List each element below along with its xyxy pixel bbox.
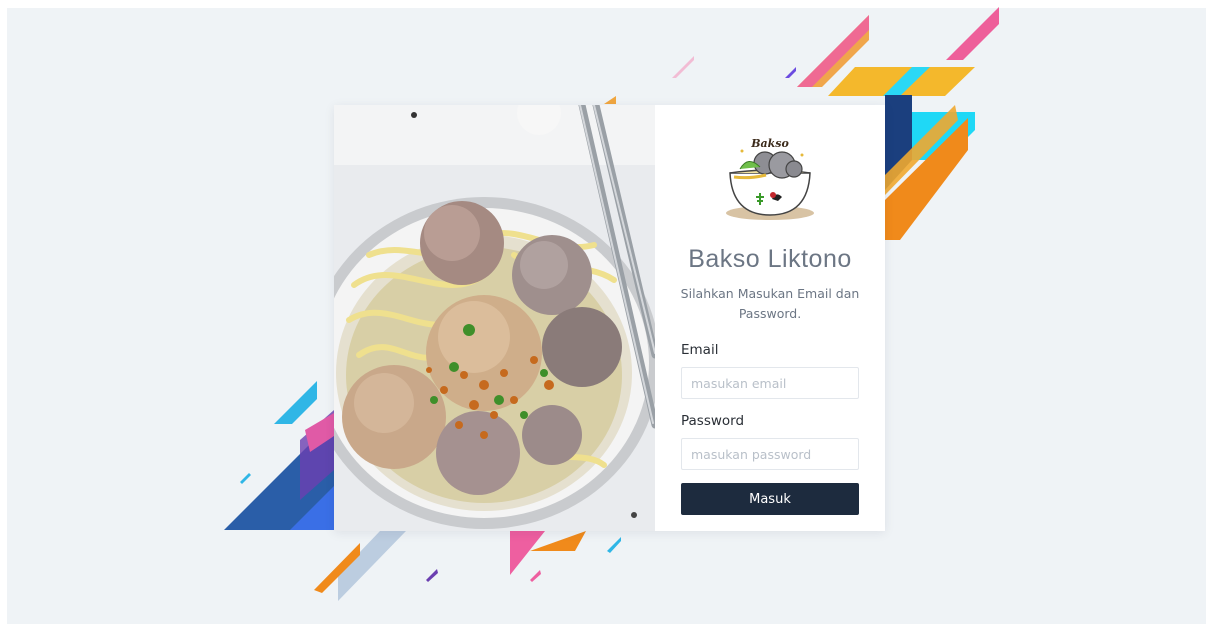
login-subtitle: Silahkan Masukan Email dan Password. — [680, 286, 860, 321]
bakso-bowl-logo-icon: Bakso — [726, 137, 814, 220]
login-submit-button[interactable]: Masuk — [681, 483, 859, 515]
bakso-photo — [334, 105, 655, 531]
email-label: Email — [681, 342, 719, 358]
email-input[interactable] — [681, 367, 859, 399]
password-input[interactable] — [681, 438, 859, 470]
brand-title: Bakso Liktono — [688, 245, 852, 273]
email-field-group: Email — [681, 342, 859, 399]
password-label: Password — [681, 413, 745, 429]
login-card: Bakso Bakso Liktono Silahkan Masukan Ema… — [334, 105, 885, 531]
login-form-panel: Bakso Bakso Liktono Silahkan Masukan Ema… — [655, 105, 885, 531]
password-field-group: Password — [681, 413, 859, 470]
svg-text:Bakso: Bakso — [750, 137, 789, 150]
